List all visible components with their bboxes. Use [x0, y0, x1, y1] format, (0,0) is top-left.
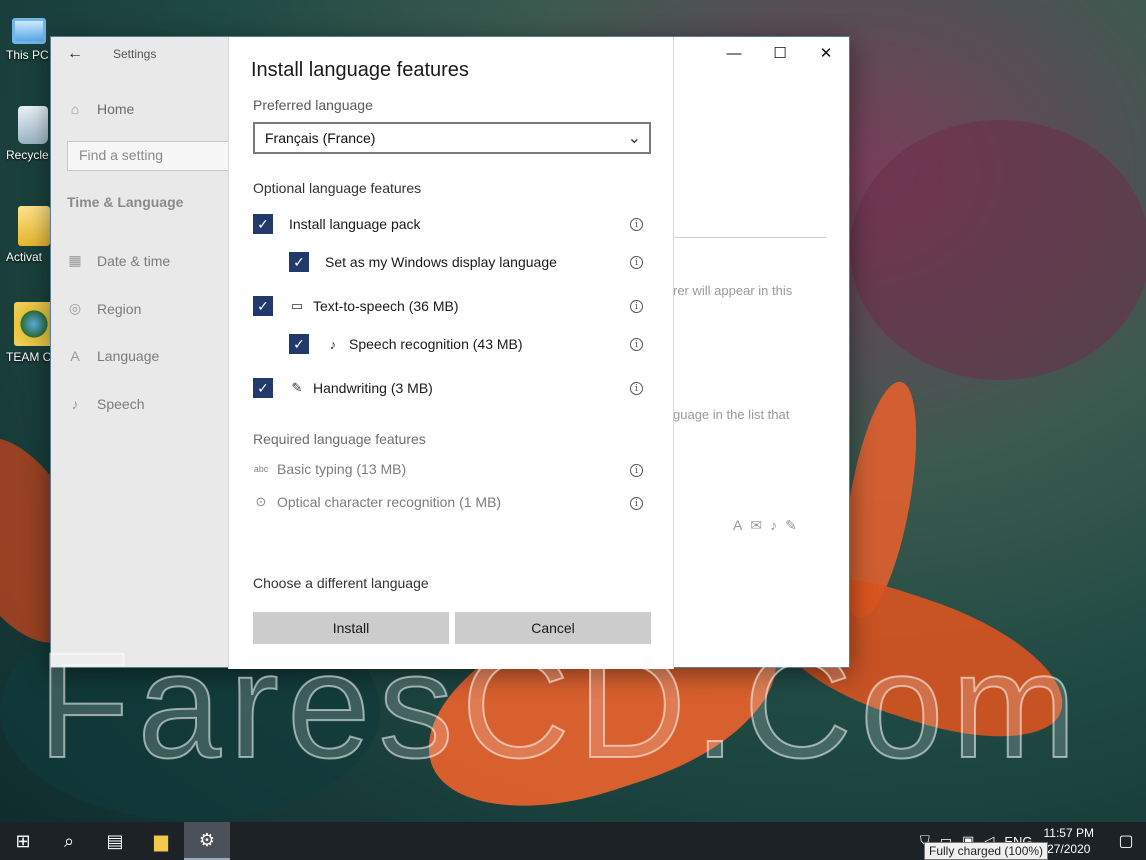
checkbox[interactable]: ✓ — [289, 252, 309, 272]
globe-icon — [14, 302, 54, 346]
language-feature-icons: A✉♪✎ — [733, 517, 805, 533]
option-install-language-pack[interactable]: ✓ Install language pack — [253, 214, 421, 234]
checkbox[interactable]: ✓ — [253, 214, 273, 234]
info-icon[interactable]: i — [630, 256, 643, 269]
search-button[interactable]: ⌕ — [46, 822, 92, 860]
background-text: guage in the list that — [673, 407, 790, 422]
sidebar-item-label: Speech — [97, 396, 145, 412]
chevron-down-icon: ⌄ — [627, 130, 641, 147]
background-text: rer will appear in this — [673, 283, 793, 298]
window-title: Settings — [113, 47, 157, 61]
info-icon[interactable]: i — [630, 300, 643, 313]
sidebar-item-label: Region — [97, 300, 142, 317]
desktop-icon-team[interactable]: TEAM C — [6, 302, 54, 364]
sidebar-item-date-time[interactable]: ▦ Date & time — [67, 252, 170, 269]
info-icon[interactable]: i — [630, 338, 643, 351]
info-icon[interactable]: i — [630, 218, 643, 231]
search-input[interactable]: Find a setting — [67, 141, 237, 171]
required-features-heading: Required language features — [253, 431, 426, 447]
ocr-icon: ⊙ — [255, 494, 267, 509]
option-label: Set as my Windows display language — [325, 254, 557, 270]
window-controls: — ☐ ✕ — [711, 37, 849, 69]
checkbox[interactable]: ✓ — [289, 334, 309, 354]
search-icon: ⌕ — [63, 830, 75, 851]
speech-bubble-icon: ▭ — [290, 298, 304, 313]
desktop-icon-activat[interactable]: Activat — [6, 206, 54, 264]
task-view-icon: ▤ — [106, 830, 124, 851]
desktop-icon-recycle-bin[interactable]: Recycle — [6, 106, 54, 162]
language-icon: A — [70, 348, 80, 364]
desktop-icon-label: TEAM C — [6, 350, 52, 364]
dropdown-value: Français (France) — [265, 130, 376, 146]
clock[interactable]: 11:57 PM 27/2020 — [1044, 825, 1094, 857]
info-icon[interactable]: i — [630, 497, 643, 510]
desktop-icon-label: Activat — [6, 250, 43, 264]
close-button[interactable]: ✕ — [803, 37, 849, 69]
calendar-icon: ▦ — [68, 252, 82, 268]
pen-icon: ✎ — [291, 380, 303, 395]
sidebar-item-language[interactable]: A Language — [67, 348, 159, 364]
desktop-icon-label: This PC — [6, 48, 49, 62]
sidebar-item-label: Home — [97, 101, 135, 117]
home-icon: ⌂ — [70, 101, 80, 117]
option-speech-recognition[interactable]: ✓ ♪ Speech recognition (43 MB) — [289, 334, 523, 354]
settings-window: ← Settings ⌂ Home Find a setting Time & … — [50, 36, 850, 669]
option-label: Text-to-speech (36 MB) — [313, 298, 459, 314]
preferred-language-label: Preferred language — [253, 97, 373, 113]
abc-icon: abc — [253, 464, 269, 474]
required-basic-typing: abc Basic typing (13 MB) — [253, 461, 406, 477]
gear-icon: ⚙ — [198, 829, 216, 850]
file-explorer-button[interactable]: ▆ — [138, 822, 184, 860]
sidebar: ← Settings ⌂ Home Find a setting Time & … — [51, 37, 237, 667]
required-ocr: ⊙ Optical character recognition (1 MB) — [253, 494, 502, 510]
option-label: Speech recognition (43 MB) — [349, 336, 523, 352]
recycle-bin-icon — [18, 106, 48, 144]
section-heading: Time & Language — [67, 194, 184, 210]
required-label: Optical character recognition (1 MB) — [277, 494, 502, 510]
info-icon[interactable]: i — [630, 382, 643, 395]
start-button[interactable]: ⊞ — [0, 822, 46, 860]
minimize-button[interactable]: — — [711, 37, 757, 69]
choose-different-language-link[interactable]: Choose a different language — [253, 575, 429, 591]
notification-icon[interactable]: ▢ — [1106, 831, 1146, 851]
clock-time: 11:57 PM — [1043, 826, 1094, 840]
background-divider — [673, 237, 827, 238]
windows-logo-icon: ⊞ — [15, 830, 31, 851]
folder-icon: ▆ — [154, 830, 168, 851]
battery-tooltip: Fully charged (100%) — [924, 842, 1049, 860]
maximize-button[interactable]: ☐ — [757, 37, 803, 69]
desktop-icon-label: Recycle — [6, 148, 49, 162]
task-view-button[interactable]: ▤ — [92, 822, 138, 860]
checkbox[interactable]: ✓ — [253, 296, 273, 316]
clock-date: 27/2020 — [1047, 842, 1091, 856]
microphone-icon: ♪ — [329, 336, 337, 352]
checkbox[interactable]: ✓ — [253, 378, 273, 398]
info-icon[interactable]: i — [630, 464, 643, 477]
option-label: Install language pack — [289, 216, 421, 232]
settings-taskbar-button[interactable]: ⚙ — [184, 822, 230, 860]
preferred-language-dropdown[interactable]: Français (France) ⌄ — [253, 122, 651, 154]
sidebar-item-speech[interactable]: ♪ Speech — [67, 396, 145, 412]
back-arrow-icon[interactable]: ← — [67, 45, 83, 63]
microphone-icon: ♪ — [71, 396, 79, 412]
desktop-icon-this-pc[interactable]: This PC — [6, 8, 54, 62]
watermark-text: FaresCD.Com — [37, 621, 1085, 789]
optional-features-heading: Optional language features — [253, 180, 422, 196]
wallpaper-shape — [850, 120, 1146, 380]
folder-icon — [18, 206, 50, 246]
option-handwriting[interactable]: ✓ ✎ Handwriting (3 MB) — [253, 378, 433, 398]
sidebar-item-label: Date & time — [97, 252, 171, 269]
sidebar-item-home[interactable]: ⌂ Home — [67, 101, 135, 117]
sidebar-item-label: Language — [97, 348, 160, 364]
option-display-language[interactable]: ✓ Set as my Windows display language — [289, 252, 557, 272]
globe-icon: ◎ — [68, 300, 82, 316]
computer-icon — [12, 18, 46, 44]
install-language-dialog: Install language features Preferred lang… — [228, 37, 674, 669]
required-label: Basic typing (13 MB) — [277, 461, 407, 477]
dialog-title: Install language features — [251, 59, 469, 81]
option-label: Handwriting (3 MB) — [313, 380, 433, 396]
option-text-to-speech[interactable]: ✓ ▭ Text-to-speech (36 MB) — [253, 296, 459, 316]
sidebar-item-region[interactable]: ◎ Region — [67, 300, 141, 317]
